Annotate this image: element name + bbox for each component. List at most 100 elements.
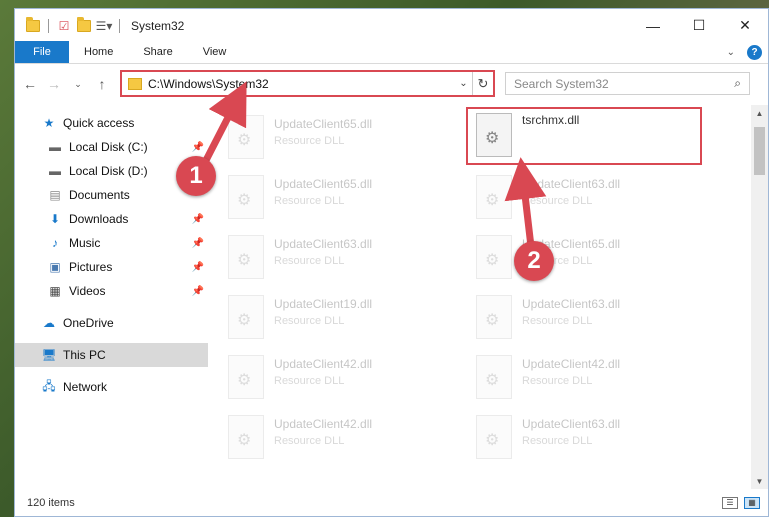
sidebar-item-music[interactable]: ♪ Music 📌 bbox=[15, 231, 208, 255]
sidebar-item-label: Documents bbox=[69, 188, 130, 202]
tab-share[interactable]: Share bbox=[128, 41, 187, 63]
list-item[interactable]: UpdateClient63.dll Resource DLL bbox=[468, 409, 698, 465]
sidebar-item-network[interactable]: 🖧 Network bbox=[15, 375, 208, 399]
list-item[interactable]: UpdateClient63.dll Resource DLL bbox=[220, 229, 450, 285]
new-folder-icon[interactable] bbox=[76, 16, 92, 34]
expand-ribbon-icon[interactable]: ⌄ bbox=[727, 47, 735, 58]
file-name: UpdateClient42.dll bbox=[274, 417, 373, 431]
dll-file-icon bbox=[476, 175, 512, 219]
close-button[interactable]: ✕ bbox=[722, 9, 768, 42]
file-name: UpdateClient42.dll bbox=[274, 357, 373, 371]
tab-file[interactable]: File bbox=[15, 41, 69, 63]
up-arrow-icon[interactable]: ↑ bbox=[93, 75, 111, 93]
file-type: Resource DLL bbox=[522, 435, 593, 447]
pin-icon[interactable]: 📌 bbox=[192, 286, 204, 297]
file-type: Resource DLL bbox=[274, 375, 345, 387]
sidebar-item-quick-access[interactable]: ★ Quick access bbox=[15, 111, 208, 135]
divider bbox=[48, 18, 49, 33]
customize-toolbar-icon[interactable]: ☰▾ bbox=[96, 18, 113, 34]
tab-home[interactable]: Home bbox=[69, 41, 128, 63]
search-placeholder: Search System32 bbox=[514, 76, 609, 91]
search-icon[interactable]: ⌕ bbox=[734, 76, 741, 91]
forward-arrow-icon[interactable]: → bbox=[45, 75, 63, 93]
sidebar-item-local-disk-c[interactable]: ▬ Local Disk (C:) 📌 bbox=[15, 135, 208, 159]
file-type: Resource DLL bbox=[274, 435, 345, 447]
list-item[interactable]: UpdateClient63.dll Resource DLL bbox=[468, 169, 698, 225]
search-input[interactable]: Search System32 ⌕ bbox=[505, 72, 750, 95]
status-bar: 120 items ☰ ▦ bbox=[15, 489, 768, 516]
back-arrow-icon[interactable]: ← bbox=[21, 75, 39, 93]
downloads-icon: ⬇ bbox=[49, 212, 61, 226]
help-icon[interactable]: ? bbox=[747, 45, 762, 60]
explorer-window: ☑ ☰▾ System32 — ☐ ✕ File Home Share View… bbox=[14, 8, 769, 517]
sidebar-item-onedrive[interactable]: ☁ OneDrive bbox=[15, 311, 208, 335]
network-icon: 🖧 bbox=[42, 378, 56, 393]
list-item[interactable]: UpdateClient63.dll Resource DLL bbox=[468, 289, 698, 345]
sidebar-item-label: Network bbox=[63, 380, 108, 394]
list-item[interactable]: UpdateClient65.dllResource DLL bbox=[468, 229, 698, 285]
list-item[interactable]: UpdateClient42.dll Resource DLL bbox=[220, 409, 450, 465]
pin-icon[interactable]: 📌 bbox=[192, 142, 204, 153]
sidebar-item-label: Quick access bbox=[63, 116, 135, 130]
large-icons-view-icon[interactable]: ▦ bbox=[744, 496, 760, 509]
scroll-down-icon[interactable]: ▼ bbox=[751, 473, 768, 489]
folder-icon bbox=[128, 77, 142, 90]
sidebar-item-pictures[interactable]: ▣ Pictures 📌 bbox=[15, 255, 208, 279]
pin-icon[interactable]: 📌 bbox=[192, 262, 204, 273]
sidebar-item-label: Local Disk (D:) bbox=[69, 164, 148, 178]
sidebar-item-label: Downloads bbox=[69, 212, 129, 226]
scroll-up-icon[interactable]: ▲ bbox=[751, 105, 768, 121]
dll-file-icon bbox=[228, 295, 264, 339]
list-item[interactable]: UpdateClient65.dll Resource DLL bbox=[220, 109, 450, 165]
file-type: Resource DLL bbox=[274, 255, 345, 267]
item-count: 120 items bbox=[27, 496, 75, 509]
star-icon: ★ bbox=[43, 116, 55, 130]
list-item[interactable]: UpdateClient65.dllResource DLL bbox=[220, 169, 450, 225]
pin-icon[interactable]: 📌 bbox=[192, 214, 204, 225]
list-item[interactable]: UpdateClient19.dll Resource DLL bbox=[220, 289, 450, 345]
sidebar-item-this-pc[interactable]: 🖥 This PC bbox=[15, 343, 208, 367]
documents-icon: ▤ bbox=[49, 188, 61, 202]
file-type: Resource DLL bbox=[522, 315, 593, 327]
file-name: tsrchmx.dll bbox=[522, 113, 580, 127]
file-name: UpdateClient19.dll bbox=[274, 297, 373, 311]
file-type: Resource DLL bbox=[522, 195, 593, 207]
refresh-icon[interactable]: ↻ bbox=[473, 72, 493, 95]
recent-locations-icon[interactable]: ⌄ bbox=[69, 75, 87, 93]
dll-file-icon bbox=[228, 115, 264, 159]
file-name: UpdateClient63.dll bbox=[522, 177, 621, 191]
drive-icon: ▬ bbox=[49, 140, 61, 154]
details-view-icon[interactable]: ☰ bbox=[722, 496, 738, 509]
file-name: UpdateClient65.dll bbox=[274, 117, 373, 131]
address-bar[interactable]: C:\Windows\System32 ⌄ ↻ bbox=[120, 70, 495, 97]
file-name: UpdateClient63.dll bbox=[522, 417, 621, 431]
file-name: UpdateClient65.dll bbox=[274, 177, 373, 191]
sidebar-item-label: OneDrive bbox=[63, 316, 114, 330]
sidebar-item-videos[interactable]: ▦ Videos 📌 bbox=[15, 279, 208, 303]
pin-icon[interactable]: 📌 bbox=[192, 238, 204, 249]
address-path[interactable]: C:\Windows\System32 bbox=[148, 77, 269, 91]
properties-icon[interactable]: ☑ bbox=[56, 18, 72, 34]
navigation-bar: ← → ⌄ ↑ C:\Windows\System32 ⌄ ↻ Search S… bbox=[15, 64, 768, 104]
drive-icon: ▬ bbox=[49, 164, 61, 178]
address-dropdown-icon[interactable]: ⌄ bbox=[455, 72, 473, 95]
scroll-thumb[interactable] bbox=[754, 127, 765, 175]
dll-file-icon bbox=[476, 113, 512, 157]
file-type: Resource DLL bbox=[274, 135, 345, 147]
list-item[interactable]: UpdateClient42.dll Resource DLL bbox=[220, 349, 450, 405]
dll-file-icon bbox=[228, 235, 264, 279]
sidebar-item-label: Music bbox=[69, 236, 101, 250]
tab-view[interactable]: View bbox=[188, 41, 242, 63]
file-list: UpdateClient65.dll Resource DLL UpdateCli… bbox=[208, 105, 768, 489]
ribbon-tabs: File Home Share View ⌄ ? bbox=[15, 41, 768, 64]
dll-file-icon bbox=[476, 415, 512, 459]
maximize-button[interactable]: ☐ bbox=[676, 9, 722, 42]
dll-file-icon bbox=[476, 355, 512, 399]
list-item-tsrchmx[interactable]: tsrchmx.dll bbox=[466, 107, 702, 165]
vertical-scrollbar[interactable]: ▲ ▼ bbox=[751, 105, 768, 489]
sidebar-item-downloads[interactable]: ⬇ Downloads 📌 bbox=[15, 207, 208, 231]
list-item[interactable]: UpdateClient42.dll Resource DLL bbox=[468, 349, 698, 405]
minimize-button[interactable]: — bbox=[630, 9, 676, 42]
cloud-icon: ☁ bbox=[43, 316, 55, 330]
sidebar-item-label: Local Disk (C:) bbox=[69, 140, 148, 154]
